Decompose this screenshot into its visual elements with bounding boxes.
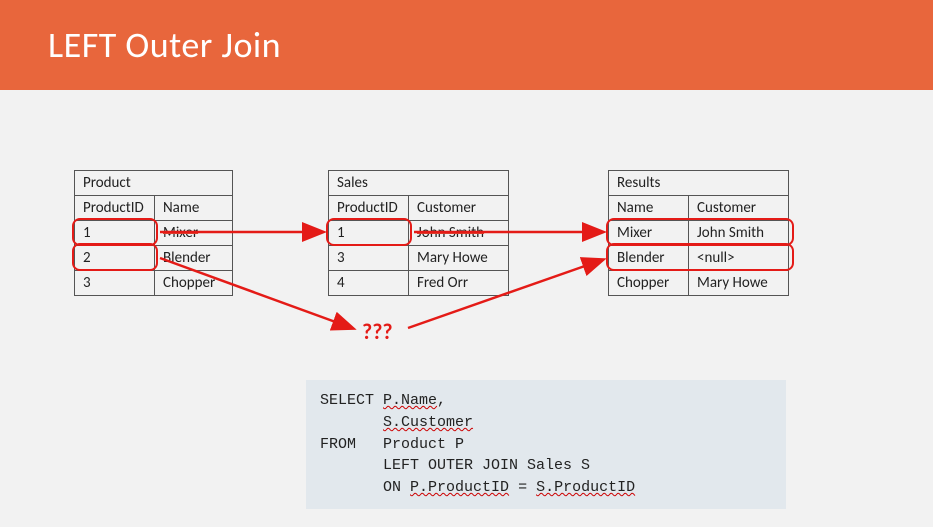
results-header-name: Name [609,196,689,221]
sql-column: P.Name [383,392,437,409]
table-row: Blender <null> [609,246,789,271]
product-header-name: Name [155,196,233,221]
sales-header-customer: Customer [409,196,509,221]
product-header-id: ProductID [75,196,155,221]
sql-keyword: ON [383,479,401,496]
table-row: Chopper Mary Howe [609,271,789,296]
slide-content: Product ProductID Name 1 Mixer 2 Blender… [0,90,933,527]
results-header-customer: Customer [689,196,789,221]
sql-code-block: SELECT P.Name, S.Customer FROM Product P… [306,380,786,509]
slide: LEFT Outer Join Product ProductID Name 1… [0,0,933,527]
sql-column: P.ProductID [410,479,509,496]
struck-text: Mixer [163,224,198,242]
product-caption: Product [75,171,233,196]
table-row: 3 Mary Howe [329,246,509,271]
sql-keyword: SELECT [320,392,374,409]
title-bar: LEFT Outer Join [0,0,933,90]
sql-column: S.ProductID [536,479,635,496]
table-row: 1 John Smith [329,221,509,246]
sql-join: LEFT OUTER JOIN Sales S [383,457,590,474]
question-marks-label: ??? [362,318,393,345]
sales-caption: Sales [329,171,509,196]
table-row: Mixer John Smith [609,221,789,246]
product-table: Product ProductID Name 1 Mixer 2 Blender… [74,170,233,296]
results-table: Results Name Customer Mixer John Smith B… [608,170,789,296]
sales-header-id: ProductID [329,196,409,221]
sales-table: Sales ProductID Customer 1 John Smith 3 … [328,170,509,296]
table-row: 4 Fred Orr [329,271,509,296]
table-row: 1 Mixer [75,221,233,246]
struck-text: John Smith [417,224,484,242]
results-caption: Results [609,171,789,196]
sql-column: S.Customer [383,414,473,431]
slide-title: LEFT Outer Join [48,23,281,67]
sql-table: Product P [383,436,464,453]
sql-keyword: FROM [320,436,356,453]
table-row: 3 Chopper [75,271,233,296]
table-row: 2 Blender [75,246,233,271]
